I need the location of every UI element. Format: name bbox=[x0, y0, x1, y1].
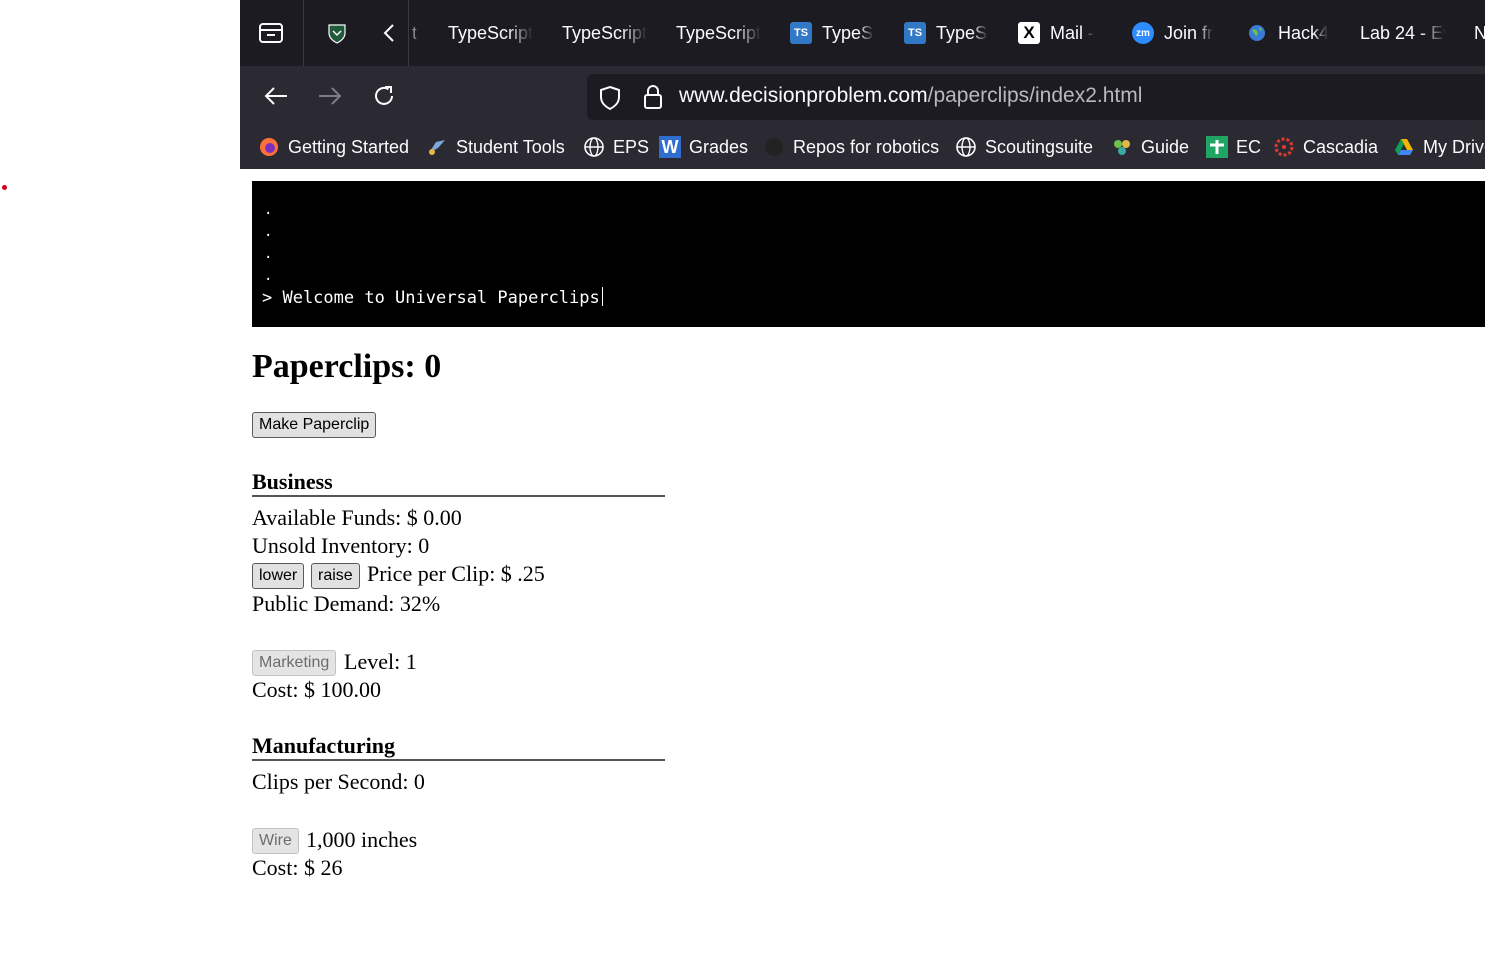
console-line: . bbox=[264, 268, 273, 284]
firefox-icon bbox=[258, 136, 280, 158]
address-bar[interactable]: www.decisionproblem.com/paperclips/index… bbox=[587, 74, 1485, 120]
bookmark-scoutingsuite[interactable]: Scoutingsuite bbox=[955, 134, 1093, 160]
lower-price-button[interactable]: lower bbox=[252, 563, 305, 589]
marketing-cost: Cost: $ 100.00 bbox=[252, 677, 381, 702]
globe-icon bbox=[583, 136, 605, 158]
console-line: . bbox=[264, 224, 273, 240]
wire-cost: Cost: $ 26 bbox=[252, 855, 343, 880]
globe-icon bbox=[955, 136, 977, 158]
tab-scroll-left-button[interactable] bbox=[374, 0, 404, 66]
browser-chrome: t TypeScript TypeScript TypeScript TS Ty… bbox=[240, 0, 1485, 169]
game-console: . . . . > Welcome to Universal Paperclip… bbox=[252, 181, 1485, 327]
console-prompt-line: > Welcome to Universal Paperclips bbox=[262, 287, 603, 308]
browser-tab[interactable]: X Mail - bbox=[1018, 18, 1100, 48]
red-dot-marker bbox=[2, 185, 7, 190]
bookmark-eps[interactable]: EPS bbox=[583, 134, 649, 160]
ts-icon: TS bbox=[790, 22, 812, 44]
bookmarks-toolbar: Getting Started Student Tools EPS W Grad… bbox=[240, 126, 1485, 169]
manufacturing-divider bbox=[252, 759, 665, 761]
public-demand: Public Demand: 32% bbox=[252, 591, 441, 616]
url-path: /paperclips/index2.html bbox=[927, 84, 1143, 107]
tab-overview-button[interactable] bbox=[240, 0, 302, 66]
bookmark-ec[interactable]: EC bbox=[1206, 134, 1261, 160]
tab-separator bbox=[303, 0, 304, 66]
business-heading: Business bbox=[252, 469, 333, 494]
bookmark-guide[interactable]: Guide bbox=[1111, 134, 1189, 160]
lock-icon[interactable] bbox=[641, 83, 665, 116]
wire-amount: 1,000 inches bbox=[306, 827, 418, 852]
student-tools-icon bbox=[426, 136, 448, 158]
browser-tab[interactable]: TypeScript bbox=[448, 18, 538, 48]
tracking-shield-icon[interactable] bbox=[597, 84, 623, 117]
w-icon: W bbox=[659, 136, 681, 158]
browser-tab[interactable]: zm Join fr bbox=[1132, 18, 1214, 48]
raise-price-button[interactable]: raise bbox=[311, 563, 360, 589]
clips-per-second: Clips per Second: 0 bbox=[252, 769, 425, 794]
paperclips-count: Paperclips: 0 bbox=[252, 348, 442, 385]
text-cursor bbox=[601, 287, 603, 306]
google-drive-icon bbox=[1393, 136, 1415, 158]
tab-tray-icon bbox=[259, 23, 283, 43]
browser-tab[interactable]: Hack4 bbox=[1246, 18, 1328, 48]
browser-tab[interactable]: TS TypeScript bbox=[790, 18, 874, 48]
browser-tab[interactable]: N bbox=[1474, 18, 1485, 48]
navigation-toolbar: www.decisionproblem.com/paperclips/index… bbox=[240, 66, 1485, 126]
canvas-icon bbox=[1273, 136, 1295, 158]
ts-icon: TS bbox=[904, 22, 926, 44]
browser-tab[interactable]: t bbox=[412, 18, 422, 48]
globe-map-icon bbox=[1246, 22, 1268, 44]
console-line: . bbox=[264, 246, 273, 262]
available-funds: Available Funds: $ 0.00 bbox=[252, 505, 462, 530]
bookmark-my-drive[interactable]: My Drive bbox=[1393, 134, 1485, 160]
console-line: . bbox=[264, 202, 273, 218]
url-host: www.decisionproblem.com bbox=[679, 84, 928, 107]
browser-tab[interactable]: TypeScript bbox=[562, 18, 652, 48]
reload-icon bbox=[375, 86, 393, 105]
plus-icon bbox=[1206, 136, 1228, 158]
guide-icon bbox=[1111, 136, 1133, 158]
tab-separator bbox=[408, 0, 409, 66]
arrow-right-icon bbox=[319, 87, 342, 105]
bookmark-getting-started[interactable]: Getting Started bbox=[258, 134, 409, 160]
bookmark-grades[interactable]: W Grades bbox=[659, 134, 748, 160]
buy-wire-button[interactable]: Wire bbox=[252, 828, 299, 854]
marketing-button[interactable]: Marketing bbox=[252, 650, 337, 676]
forward-button[interactable] bbox=[312, 79, 348, 113]
make-paperclip-button[interactable]: Make Paperclip bbox=[252, 412, 377, 438]
manufacturing-heading: Manufacturing bbox=[252, 733, 395, 758]
github-icon bbox=[763, 136, 785, 158]
unsold-inventory: Unsold Inventory: 0 bbox=[252, 533, 430, 558]
bookmark-repos-for-robotics[interactable]: Repos for robotics bbox=[763, 134, 939, 160]
browser-tab[interactable]: TS TypeScript bbox=[904, 18, 988, 48]
chevron-left-icon bbox=[383, 24, 394, 42]
shield-crest-icon bbox=[328, 24, 346, 44]
browser-tab[interactable]: Lab 24 - Ev bbox=[1360, 18, 1446, 48]
x-icon: X bbox=[1018, 22, 1040, 44]
url-text[interactable]: www.decisionproblem.com/paperclips/index… bbox=[679, 84, 1142, 108]
bookmark-student-tools[interactable]: Student Tools bbox=[426, 134, 565, 160]
price-per-clip: Price per Clip: $ .25 bbox=[367, 561, 545, 586]
arrow-left-icon bbox=[264, 87, 287, 105]
browser-tab[interactable]: TypeScript bbox=[676, 18, 766, 48]
pinned-tab[interactable] bbox=[320, 0, 354, 66]
marketing-level: Level: 1 bbox=[344, 649, 417, 674]
zoom-icon: zm bbox=[1132, 22, 1154, 44]
back-button[interactable] bbox=[258, 79, 294, 113]
bookmark-cascadia[interactable]: Cascadia bbox=[1273, 134, 1378, 160]
business-divider bbox=[252, 495, 665, 497]
reload-button[interactable] bbox=[366, 79, 402, 113]
tab-bar: t TypeScript TypeScript TypeScript TS Ty… bbox=[240, 0, 1485, 66]
